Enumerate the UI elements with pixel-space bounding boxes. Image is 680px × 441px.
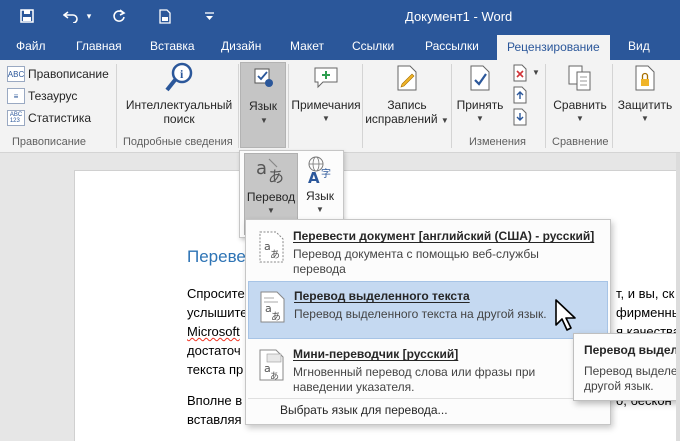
group-divider: [116, 64, 117, 148]
svg-text:あ: あ: [270, 249, 280, 261]
accept-button[interactable]: Принять ▼: [455, 62, 505, 126]
chevron-down-icon: ▼: [260, 116, 268, 125]
chevron-down-icon: ▼: [267, 206, 275, 215]
spelling-button[interactable]: ABC Правописание: [7, 64, 109, 84]
translate-selection-icon: a あ: [260, 291, 285, 323]
chevron-down-icon: ▼: [576, 114, 584, 123]
thesaurus-icon: ≡: [7, 88, 25, 104]
save-icon[interactable]: [16, 5, 38, 27]
doc-line: достаточ: [187, 343, 241, 358]
doc-line: фирменны: [616, 305, 680, 320]
menu-divider: [248, 398, 608, 399]
doc-line: Microsoft: [187, 324, 240, 339]
menu-item-translate-document[interactable]: a あ Перевести документ [английский (США)…: [248, 222, 608, 280]
mini-translator-icon: a あ: [259, 349, 284, 382]
group-label-proofing: Правописание: [12, 136, 87, 148]
smart-lookup-button[interactable]: i Интеллектуальный поиск: [122, 62, 236, 126]
accept-icon: [464, 62, 496, 94]
tab-view[interactable]: Вид: [628, 34, 650, 60]
chevron-down-icon: ▼: [322, 114, 330, 123]
doc-line: услышите: [187, 305, 248, 320]
reject-icon[interactable]: [512, 64, 528, 87]
svg-text:a: a: [256, 158, 267, 179]
word-count-button[interactable]: ABC 123 Статистика: [7, 108, 91, 128]
chevron-down-icon: ▼: [440, 116, 449, 125]
doc-line: т, и вы, ск: [616, 286, 675, 301]
previous-change-icon[interactable]: [512, 86, 528, 109]
next-change-icon[interactable]: [512, 108, 528, 131]
tab-review[interactable]: Рецензирование: [497, 35, 610, 60]
compare-icon: [564, 62, 596, 94]
language-button[interactable]: Язык ▼: [240, 62, 286, 148]
comments-button[interactable]: Примечания ▼: [290, 62, 362, 126]
group-divider: [238, 64, 239, 148]
group-divider: [288, 64, 289, 148]
new-comment-icon: [310, 62, 342, 94]
chevron-down-icon: ▼: [641, 114, 649, 123]
vertical-scrollbar[interactable]: [676, 153, 680, 441]
language-globe-icon: A 字: [308, 156, 331, 185]
chevron-down-icon: ▼: [476, 114, 484, 123]
tooltip: Перевод выдел Перевод выделен другой язы…: [573, 333, 680, 401]
tab-insert[interactable]: Вставка: [150, 34, 195, 60]
undo-dropdown-icon[interactable]: ▾: [84, 5, 94, 27]
protect-button[interactable]: Защитить ▼: [614, 62, 676, 126]
doc-line: вставляя: [187, 412, 242, 427]
doc-line: Вполне в: [187, 393, 243, 408]
group-divider: [362, 64, 363, 148]
svg-text:A: A: [308, 169, 320, 185]
doc-line: Спросите: [187, 286, 245, 301]
svg-text:字: 字: [321, 167, 331, 180]
track-changes-button[interactable]: Запись исправлений ▼: [364, 62, 450, 128]
track-changes-icon: [391, 62, 423, 94]
svg-text:あ: あ: [271, 311, 281, 323]
customize-qat-icon[interactable]: [203, 5, 215, 27]
group-divider: [612, 64, 613, 148]
print-preview-icon[interactable]: [154, 5, 176, 27]
svg-text:あ: あ: [268, 167, 284, 186]
window-title: Документ1 - Word: [405, 9, 513, 24]
smart-lookup-icon: i: [163, 62, 195, 94]
doc-line: текста пр: [187, 362, 244, 377]
group-divider: [545, 64, 546, 148]
mouse-pointer-icon: [555, 299, 576, 331]
title-bar: ▾ Документ1 - Word: [0, 0, 680, 34]
thesaurus-button[interactable]: ≡ Тезаурус: [7, 86, 77, 106]
tab-file[interactable]: Файл: [16, 34, 46, 60]
spelling-icon: ABC: [7, 66, 25, 82]
translate-icon: a あ: [256, 158, 284, 186]
ribbon-tabs: Файл Главная Вставка Дизайн Макет Ссылки…: [0, 34, 680, 60]
ribbon: ABC Правописание ≡ Тезаурус ABC 123 Стат…: [0, 60, 680, 153]
tab-home[interactable]: Главная: [76, 34, 122, 60]
group-label-changes: Изменения: [469, 136, 526, 148]
menu-item-mini-translator[interactable]: a あ Мини-переводчик [русский] Мгновенный…: [248, 340, 608, 398]
tab-mailings[interactable]: Рассылки: [425, 34, 479, 60]
group-label-compare: Сравнение: [552, 136, 609, 148]
language-icon: [253, 67, 275, 94]
tab-references[interactable]: Ссылки: [352, 34, 394, 60]
compare-button[interactable]: Сравнить ▼: [549, 62, 611, 126]
svg-text:あ: あ: [270, 371, 279, 382]
group-divider: [451, 64, 452, 148]
group-label-insights: Подробные сведения: [123, 136, 233, 148]
translate-document-icon: a あ: [259, 231, 284, 263]
protect-icon: [629, 62, 661, 94]
word-count-icon: ABC 123: [7, 110, 25, 126]
chevron-down-icon: ▼: [316, 205, 324, 214]
tab-layout[interactable]: Макет: [290, 34, 324, 60]
chevron-down-icon[interactable]: ▼: [532, 68, 540, 77]
menu-item-choose-translation-language[interactable]: Выбрать язык для перевода...: [280, 403, 448, 417]
tab-design[interactable]: Дизайн: [221, 34, 261, 60]
doc-heading: Переве: [187, 247, 246, 266]
undo-icon[interactable]: [60, 5, 82, 27]
repeat-icon[interactable]: [108, 5, 130, 27]
